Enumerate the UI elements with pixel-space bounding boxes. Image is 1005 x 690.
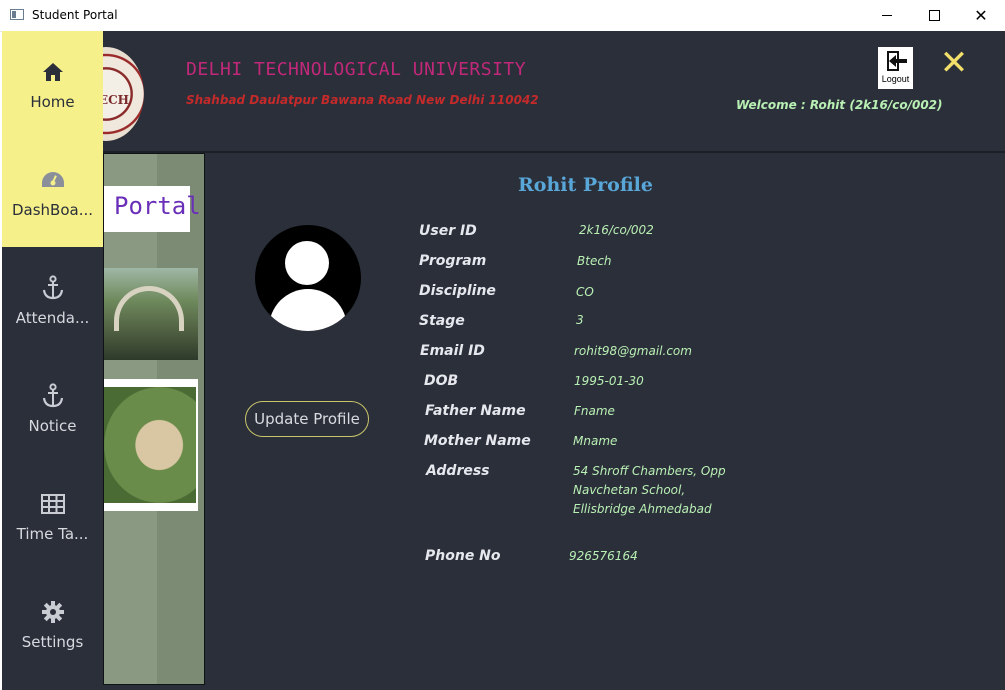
- user-id-label: User ID: [419, 223, 477, 239]
- app-close-button[interactable]: ✕: [938, 45, 970, 81]
- phone-value: 926576164: [569, 549, 638, 563]
- sidebar-item-attendance[interactable]: Attenda...: [2, 247, 103, 355]
- home-icon: [40, 59, 66, 85]
- profile-title: Rohit Profile: [518, 174, 653, 196]
- sidebar-item-label: Notice: [28, 417, 77, 435]
- mother-name-value: Mname: [573, 434, 618, 448]
- discipline-label: Discipline: [419, 283, 496, 299]
- stage-value: 3: [576, 313, 584, 327]
- phone-label: Phone No: [425, 548, 501, 564]
- program-label: Program: [419, 253, 487, 269]
- anchor-icon: [40, 275, 66, 301]
- email-value: rohit98@gmail.com: [574, 344, 692, 358]
- app-window-icon: [10, 9, 24, 20]
- window-title: Student Portal: [32, 8, 118, 22]
- header: TECH DELHI TECHNOLOGICAL UNIVERSITY Shah…: [2, 31, 1005, 153]
- sidebar-item-label: Attenda...: [15, 309, 90, 327]
- table-icon: [40, 491, 66, 517]
- welcome-text: Welcome : Rohit (2k16/co/002): [736, 98, 943, 112]
- close-icon: ✕: [939, 43, 969, 83]
- sidebar-item-timetable[interactable]: Time Ta...: [2, 463, 103, 571]
- sidebar-item-settings[interactable]: Settings: [2, 571, 103, 679]
- sidebar-item-label: DashBoa...: [11, 201, 94, 219]
- close-icon: ✕: [974, 6, 988, 25]
- father-name-label: Father Name: [425, 403, 526, 419]
- university-title: DELHI TECHNOLOGICAL UNIVERSITY: [186, 59, 527, 80]
- father-name-value: Fname: [574, 404, 615, 418]
- address-line-3: Ellisbridge Ahmedabad: [573, 502, 712, 516]
- sidebar-item-notice[interactable]: Notice: [2, 355, 103, 463]
- campus-aerial-photo: [104, 379, 198, 511]
- banner-image-strip: Portal: [103, 153, 205, 685]
- dob-label: DOB: [424, 373, 459, 389]
- logout-icon: [885, 51, 907, 73]
- window-close-button[interactable]: ✕: [958, 0, 1004, 31]
- sidebar-item-label: Settings: [21, 633, 84, 651]
- address-value: 54 Shroff Chambers, Opp Navchetan School…: [573, 462, 726, 519]
- stage-label: Stage: [419, 313, 465, 329]
- dob-value: 1995-01-30: [574, 374, 644, 388]
- sidebar-item-label: Time Ta...: [16, 525, 89, 543]
- user-id-value: 2k16/co/002: [579, 223, 654, 237]
- minimize-icon: [882, 15, 892, 16]
- minimize-button[interactable]: [864, 0, 910, 31]
- anchor-icon: [40, 383, 66, 409]
- avatar: [255, 225, 361, 331]
- dashboard-icon: [40, 167, 66, 193]
- email-label: Email ID: [420, 343, 485, 359]
- discipline-value: CO: [576, 285, 594, 299]
- logout-button[interactable]: Logout: [878, 47, 913, 89]
- maximize-button[interactable]: [911, 0, 957, 31]
- address-line-1: 54 Shroff Chambers, Opp: [573, 464, 726, 478]
- sidebar-item-label: Home: [30, 93, 75, 111]
- app-root: TECH DELHI TECHNOLOGICAL UNIVERSITY Shah…: [2, 31, 1005, 690]
- logout-label: Logout: [881, 74, 910, 84]
- gear-icon: [40, 599, 66, 625]
- sidebar-item-home[interactable]: Home: [2, 31, 103, 139]
- update-profile-button[interactable]: Update Profile: [245, 401, 369, 437]
- maximize-icon: [928, 10, 940, 21]
- campus-gate-photo: [104, 268, 198, 360]
- address-label: Address: [426, 463, 490, 479]
- portal-banner: Portal: [104, 186, 201, 232]
- portal-banner-text: Portal: [114, 192, 201, 220]
- sidebar: Home DashBoa... Attenda... Notice Time T…: [2, 31, 103, 686]
- sidebar-item-dashboard[interactable]: DashBoa...: [2, 139, 103, 247]
- university-address: Shahbad Daulatpur Bawana Road New Delhi …: [186, 93, 539, 107]
- program-value: Btech: [577, 254, 612, 268]
- address-line-2: Navchetan School,: [573, 483, 686, 497]
- window-titlebar: Student Portal ✕: [0, 0, 1005, 32]
- mother-name-label: Mother Name: [424, 433, 531, 449]
